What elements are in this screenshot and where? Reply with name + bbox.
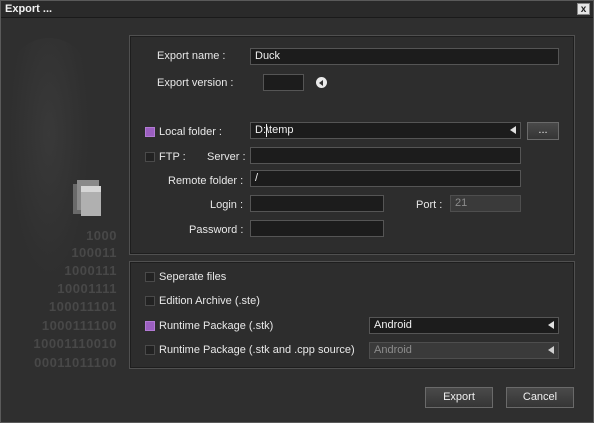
binary-line: 100011101: [48, 299, 117, 314]
export-dialog: Export ... x 1000 100011 1000111 1000111…: [0, 0, 594, 423]
close-button[interactable]: x: [577, 3, 590, 15]
background-shape: [9, 38, 89, 278]
binary-line: 1000111: [64, 263, 117, 278]
background-artwork: 1000 100011 1000111 10001111 100011101 1…: [1, 18, 129, 388]
separate-files-checkbox[interactable]: [145, 272, 155, 282]
server-label: Server :: [207, 151, 246, 163]
password-input[interactable]: [250, 220, 384, 237]
binary-line: 10001111: [57, 281, 117, 296]
export-version-label: Export version :: [157, 77, 234, 89]
window-title: Export ...: [5, 3, 53, 15]
login-input[interactable]: [250, 195, 384, 212]
separate-files-label: Seperate files: [159, 271, 227, 283]
export-options-panel: Seperate files Edition Archive (.ste) Ru…: [129, 261, 575, 369]
runtime-source-label: Runtime Package (.stk and .cpp source): [159, 344, 355, 356]
local-folder-label: Local folder :: [159, 126, 222, 138]
runtime-package-checkbox[interactable]: [145, 321, 155, 331]
port-input[interactable]: 21: [450, 195, 521, 212]
binary-line: 100011: [71, 245, 117, 260]
cancel-button[interactable]: Cancel: [506, 387, 574, 408]
binary-line: 10001110010: [33, 336, 117, 351]
port-label: Port :: [416, 199, 443, 211]
archive-folder-icon: [73, 180, 101, 216]
password-label: Password :: [189, 224, 244, 236]
export-name-label: Export name :: [157, 50, 226, 62]
dropdown-arrow-icon: [548, 346, 554, 354]
remote-folder-input[interactable]: /: [250, 170, 521, 187]
runtime-package-label: Runtime Package (.stk): [159, 320, 274, 332]
browse-button[interactable]: ...: [527, 122, 559, 140]
dropdown-arrow-icon: [510, 126, 516, 134]
runtime-source-checkbox[interactable]: [145, 345, 155, 355]
server-input[interactable]: [250, 147, 521, 164]
dropdown-arrow-icon: [548, 321, 554, 329]
export-button[interactable]: Export: [425, 387, 493, 408]
edition-archive-label: Edition Archive (.ste): [159, 295, 260, 307]
local-folder-checkbox[interactable]: [145, 127, 155, 137]
export-settings-panel: Export name : Duck Export version : Loca…: [129, 35, 575, 255]
text-cursor: [266, 124, 267, 137]
binary-line: 1000: [86, 228, 117, 243]
local-folder-dropdown[interactable]: D:\temp: [250, 122, 521, 139]
ftp-label: FTP :: [159, 151, 186, 163]
export-name-input[interactable]: Duck: [250, 48, 559, 65]
export-version-input[interactable]: [263, 74, 304, 91]
refresh-version-icon[interactable]: [316, 77, 327, 88]
binary-line: 1000111100: [41, 318, 117, 333]
runtime-package-platform-dropdown[interactable]: Android: [369, 317, 559, 334]
ftp-checkbox[interactable]: [145, 152, 155, 162]
local-folder-value: D:\temp: [255, 124, 294, 136]
runtime-source-platform-value: Android: [374, 344, 412, 356]
runtime-package-platform-value: Android: [374, 319, 412, 331]
title-bar[interactable]: Export ... x: [1, 1, 593, 18]
binary-line: 00011011100: [34, 355, 117, 370]
remote-folder-label: Remote folder :: [168, 175, 244, 187]
runtime-source-platform-dropdown[interactable]: Android: [369, 342, 559, 359]
login-label: Login :: [210, 199, 244, 211]
edition-archive-checkbox[interactable]: [145, 296, 155, 306]
